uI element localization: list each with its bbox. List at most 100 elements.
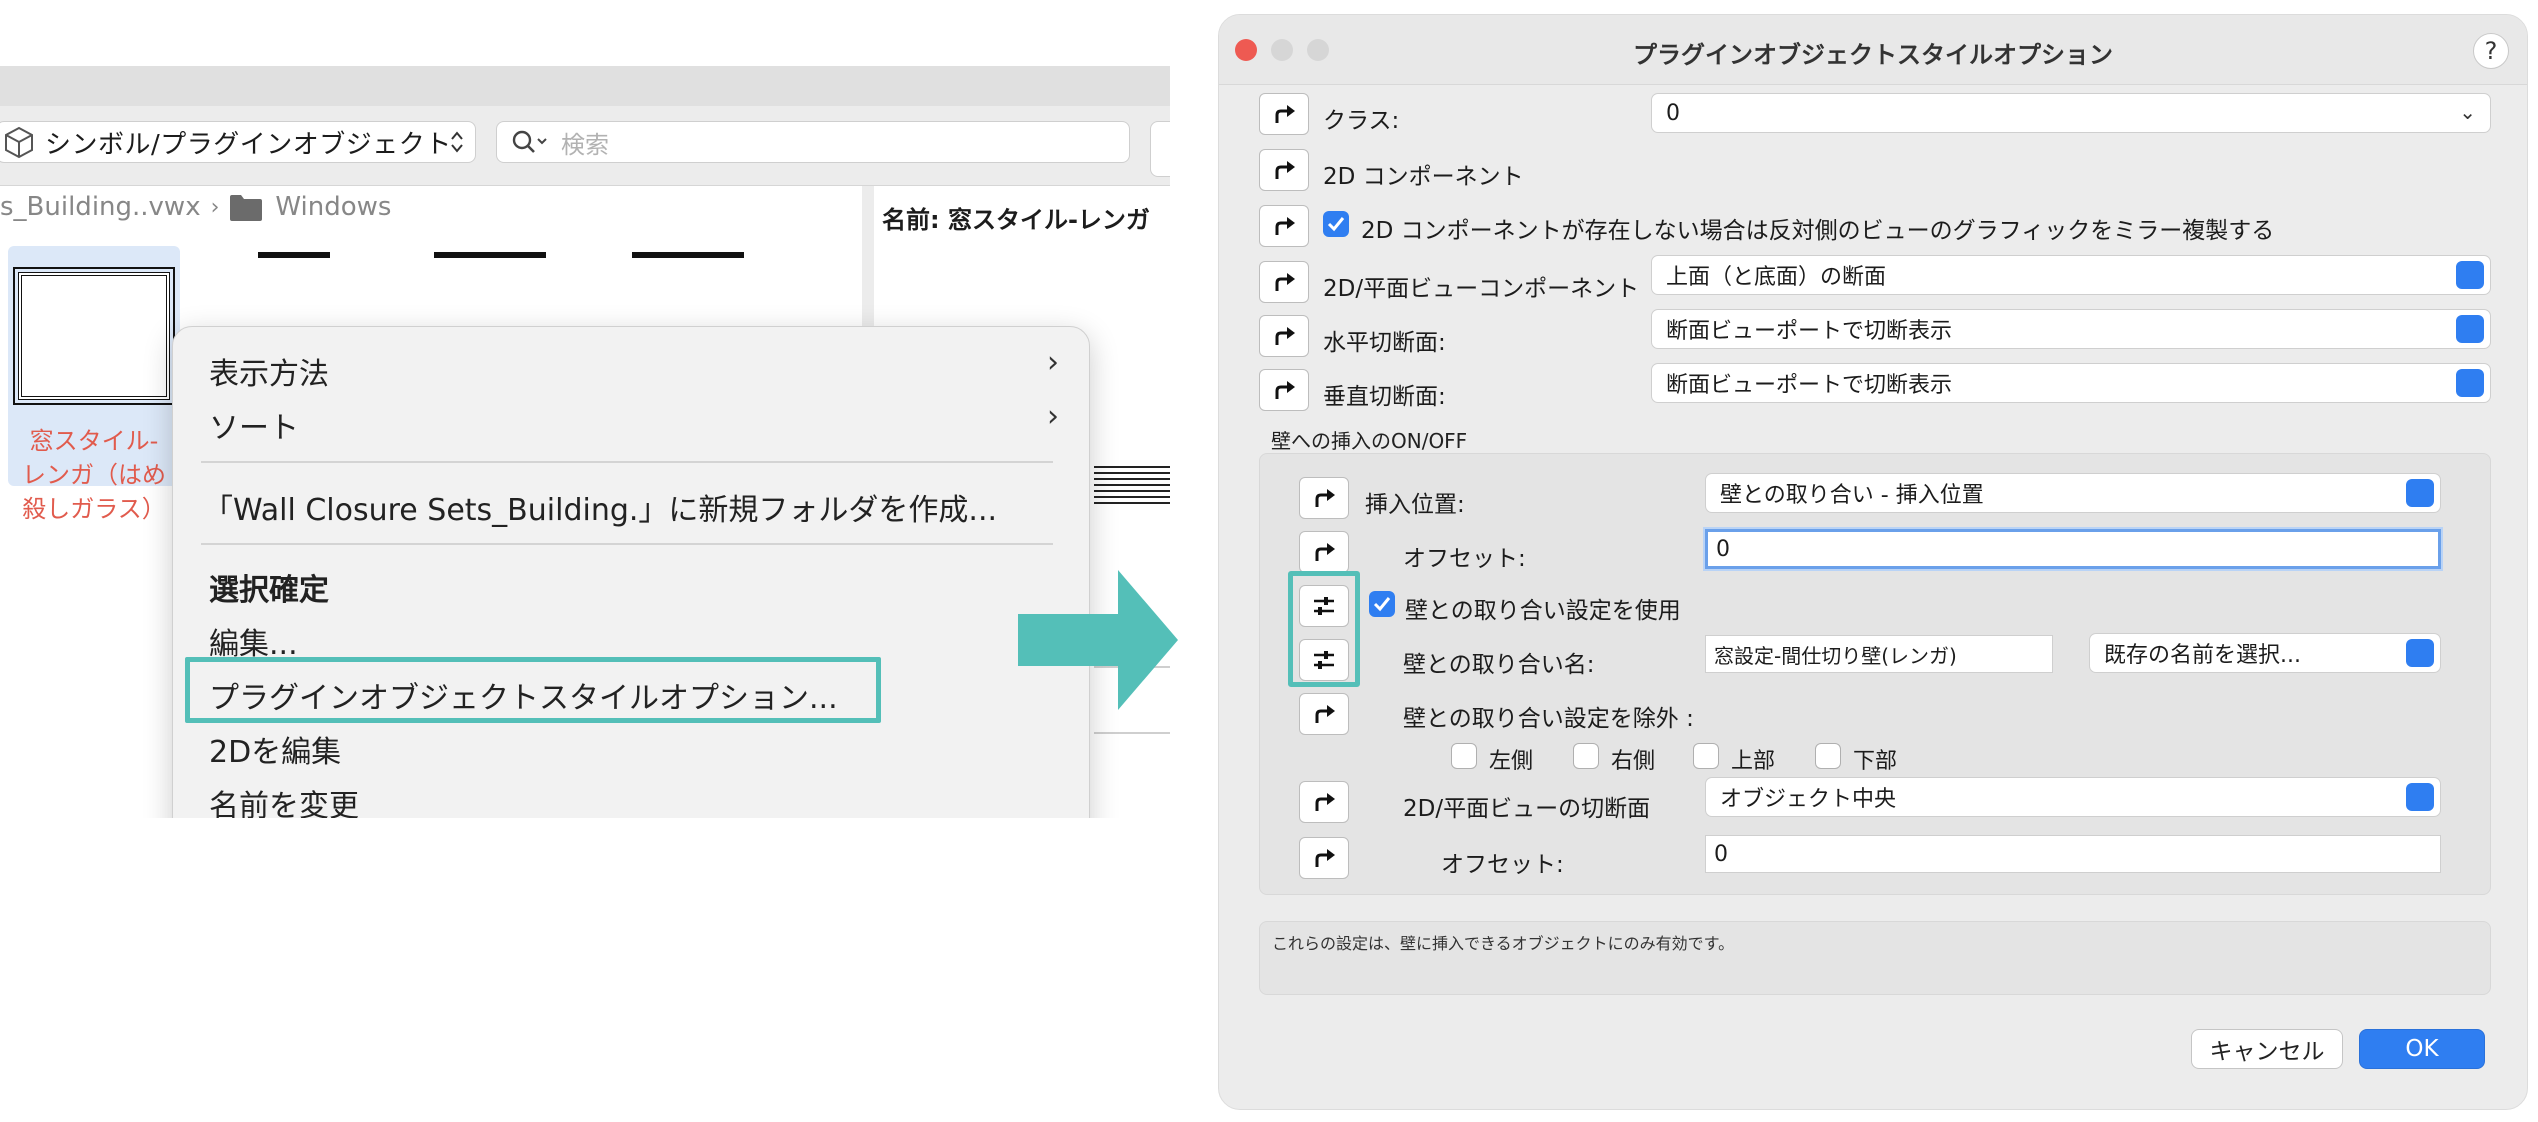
closure-name-field[interactable]: 窓設定-間仕切り壁(レンガ) <box>1705 635 2053 673</box>
folder-icon <box>230 195 263 221</box>
style-arrow-icon <box>1315 543 1335 561</box>
class-select[interactable]: 0 ⌄ <box>1651 93 2491 133</box>
style-arrow-icon <box>1275 161 1295 179</box>
breadcrumb-file[interactable]: s_Building..vwx <box>0 192 201 222</box>
plan-cut-select[interactable]: オブジェクト中央 <box>1705 777 2441 817</box>
menu-item-edit-2d[interactable]: 2Dを編集 <box>209 727 341 771</box>
horizontal-cut-label: 水平切断面: <box>1323 330 1446 356</box>
closure-name-label: 壁との取り合い名: <box>1403 652 1595 678</box>
plan-component-select[interactable]: 上面（と底面）の断面 <box>1651 255 2491 295</box>
class-select-value: 0 <box>1666 100 1680 126</box>
chevron-down-icon: ⌄ <box>2459 100 2476 124</box>
wall-insert-group-title: 壁への挿入のON/OFF <box>1271 429 1468 453</box>
style-arrow-icon <box>1275 217 1295 235</box>
highlight-box <box>185 657 881 723</box>
dialog-title: プラグインオブジェクトスタイルオプション <box>1633 41 2113 69</box>
style-arrow-icon <box>1275 273 1295 291</box>
exclude-bottom-checkbox[interactable] <box>1815 743 1841 769</box>
exclude-left-checkbox[interactable] <box>1451 743 1477 769</box>
use-closure-checkbox[interactable] <box>1369 591 1395 617</box>
exclude-top-label: 上部 <box>1731 749 1776 774</box>
exclude-top-checkbox[interactable] <box>1693 743 1719 769</box>
thumbnail-label: 窓スタイル- レンガ（はめ 殺しガラス） <box>22 427 166 523</box>
search-placeholder: 検索 <box>561 130 609 159</box>
offset-input[interactable]: 0 <box>1705 529 2441 569</box>
style-toggle-button[interactable] <box>1299 477 1349 519</box>
exclude-bottom-label: 下部 <box>1853 749 1898 774</box>
plan-cut-label: 2D/平面ビューの切断面 <box>1403 796 1651 822</box>
menu-item-sort[interactable]: ソート <box>209 403 299 447</box>
info-note: これらの設定は、壁に挿入できるオブジェクトにのみ有効です。 <box>1259 921 2491 995</box>
insert-position-value: 壁との取り合い - 挿入位置 <box>1720 483 1984 508</box>
search-field[interactable]: 検索 <box>496 121 1130 163</box>
ok-button[interactable]: OK <box>2359 1029 2485 1069</box>
resource-toolbar: シンボル/プラグインオブジェクト 検索 <box>0 106 1170 186</box>
menu-item-view-mode[interactable]: 表示方法 <box>209 349 329 393</box>
vertical-cut-value: 断面ビューポートで切断表示 <box>1666 373 1953 398</box>
toolbar-edge-button[interactable] <box>1150 121 1170 177</box>
style-toggle-button[interactable] <box>1299 837 1349 879</box>
closure-picker-value: 既存の名前を選択... <box>2104 643 2301 668</box>
vertical-cut-label: 垂直切断面: <box>1323 384 1446 410</box>
mirror-checkbox[interactable] <box>1323 211 1349 237</box>
style-toggle-button[interactable] <box>1299 531 1349 573</box>
exclude-left-label: 左側 <box>1489 749 1534 774</box>
updown-stepper-icon <box>2406 479 2434 507</box>
exclude-closure-label: 壁との取り合い設定を除外 : <box>1403 706 1694 732</box>
style-arrow-icon <box>1275 327 1295 345</box>
view-dropdown-label: シンボル/プラグインオブジェクト <box>45 129 452 160</box>
preview-divider <box>1094 732 1170 734</box>
offset2-value: 0 <box>1714 841 1728 867</box>
menu-item-new-folder[interactable]: 「Wall Closure Sets_Building.」に新規フォルダを作成.… <box>203 485 997 529</box>
cancel-button[interactable]: キャンセル <box>2191 1029 2343 1069</box>
plan-cut-value: オブジェクト中央 <box>1720 787 1897 812</box>
breadcrumb-folder[interactable]: Windows <box>275 192 391 222</box>
window-style-thumbnail[interactable] <box>13 267 175 405</box>
closure-name-value: 窓設定-間仕切り壁(レンガ) <box>1714 643 1957 668</box>
updown-stepper-icon <box>2406 639 2434 667</box>
menu-separator <box>201 461 1053 463</box>
vertical-cut-select[interactable]: 断面ビューポートで切断表示 <box>1651 363 2491 403</box>
plan-component-value: 上面（と底面）の断面 <box>1666 265 1887 290</box>
plan-component-label: 2D/平面ビューコンポーネント <box>1323 276 1640 302</box>
offset-label: オフセット: <box>1403 546 1526 572</box>
style-arrow-icon <box>1275 105 1295 123</box>
horizontal-cut-select[interactable]: 断面ビューポートで切断表示 <box>1651 309 2491 349</box>
info-note-text: これらの設定は、壁に挿入できるオブジェクトにのみ有効です。 <box>1272 934 1735 953</box>
updown-stepper-icon <box>2456 315 2484 343</box>
menu-item-rename[interactable]: 名前を変更 <box>209 781 359 818</box>
title-strip <box>0 66 1170 106</box>
comp2d-label: 2D コンポーネント <box>1323 164 1524 190</box>
menu-item-select[interactable]: 選択確定 <box>209 565 329 609</box>
insert-position-label: 挿入位置: <box>1365 492 1465 518</box>
style-toggle-button[interactable] <box>1259 149 1309 191</box>
style-toggle-button[interactable] <box>1259 205 1309 247</box>
offset-input-value: 0 <box>1716 536 1730 562</box>
style-arrow-icon <box>1315 849 1335 867</box>
search-icon <box>512 130 547 153</box>
style-arrow-icon <box>1315 705 1335 723</box>
view-dropdown[interactable]: シンボル/プラグインオブジェクト <box>0 121 476 163</box>
style-toggle-button[interactable] <box>1259 261 1309 303</box>
exclude-right-label: 右側 <box>1611 749 1656 774</box>
horizontal-cut-value: 断面ビューポートで切断表示 <box>1666 319 1953 344</box>
offset2-input[interactable]: 0 <box>1705 835 2441 873</box>
use-closure-label: 壁との取り合い設定を使用 <box>1405 598 1681 624</box>
insert-position-select[interactable]: 壁との取り合い - 挿入位置 <box>1705 473 2441 513</box>
checkmark-icon <box>1327 217 1345 232</box>
dialog-titlebar: プラグインオブジェクトスタイルオプション ? <box>1219 15 2527 85</box>
updown-stepper-icon <box>2456 261 2484 289</box>
help-button[interactable]: ? <box>2473 33 2509 69</box>
arrow-right-icon <box>1018 570 1178 710</box>
exclude-right-checkbox[interactable] <box>1573 743 1599 769</box>
menu-separator <box>201 543 1053 545</box>
style-toggle-button[interactable] <box>1259 315 1309 357</box>
closure-name-picker[interactable]: 既存の名前を選択... <box>2089 633 2441 673</box>
style-options-dialog: プラグインオブジェクトスタイルオプション ? クラス: 0 ⌄ 2D コンポーネ… <box>1218 14 2528 1110</box>
style-toggle-button[interactable] <box>1299 693 1349 735</box>
checkmark-icon <box>1373 597 1391 612</box>
style-toggle-button[interactable] <box>1259 93 1309 135</box>
style-toggle-button[interactable] <box>1299 781 1349 823</box>
style-toggle-button[interactable] <box>1259 369 1309 411</box>
style-arrow-icon <box>1315 793 1335 811</box>
